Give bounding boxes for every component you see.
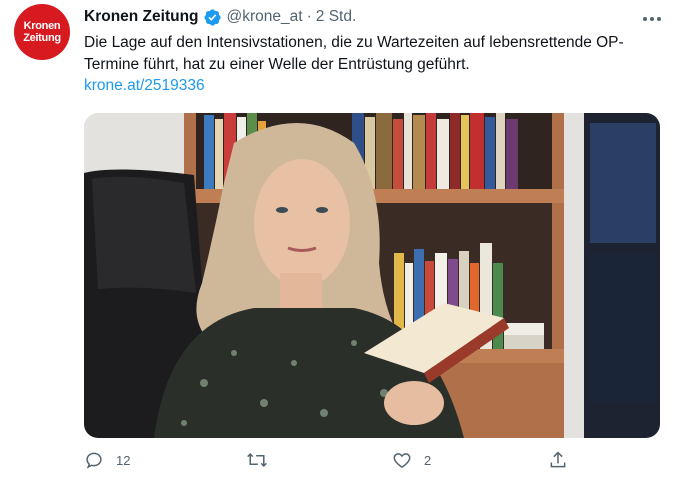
tweet-photo[interactable]: [84, 113, 660, 438]
account-handle[interactable]: @krone_at: [227, 8, 303, 26]
like-count: 2: [424, 452, 432, 468]
share-button[interactable]: [548, 450, 568, 470]
more-options-icon[interactable]: [642, 6, 662, 27]
tweet-timestamp[interactable]: 2 Std.: [316, 8, 357, 26]
action-bar: 12 2: [0, 450, 680, 480]
reply-button[interactable]: 12: [84, 450, 130, 470]
retweet-button[interactable]: [246, 450, 268, 470]
tweet-link[interactable]: krone.at/2519336: [84, 77, 205, 95]
heart-icon: [393, 453, 411, 468]
retweet-icon: [247, 452, 267, 468]
tweet-header: Kronen Zeitung @krone_at · 2 Std.: [84, 6, 356, 28]
tweet-text: Die Lage auf den Intensivstationen, die …: [84, 34, 624, 73]
reply-icon: [86, 452, 102, 469]
tweet-card[interactable]: Kronen Zeitung Kronen Zeitung @krone_at …: [0, 0, 680, 489]
verified-badge-icon: [203, 8, 222, 27]
like-button[interactable]: 2: [392, 450, 431, 470]
avatar-text-line1: Kronen: [23, 20, 61, 32]
avatar-text-line2: Zeitung: [23, 32, 61, 44]
reply-count: 12: [116, 452, 131, 468]
account-name[interactable]: Kronen Zeitung: [84, 8, 199, 26]
header-separator: ·: [306, 8, 312, 25]
share-icon: [550, 451, 566, 468]
avatar[interactable]: Kronen Zeitung: [14, 4, 70, 60]
